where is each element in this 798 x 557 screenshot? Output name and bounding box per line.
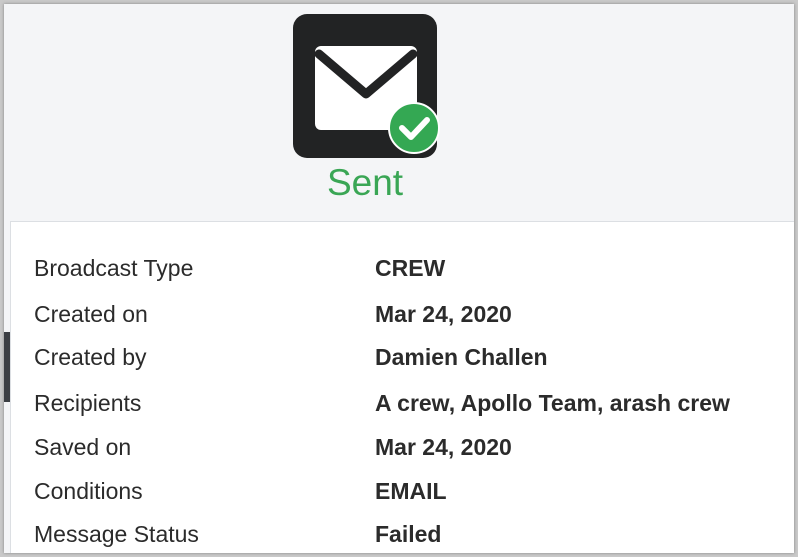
detail-value: A crew, Apollo Team, arash crew bbox=[375, 390, 730, 416]
detail-row-created-on: Created on Mar 24, 2020 bbox=[11, 292, 794, 336]
detail-row-recipients: Recipients A crew, Apollo Team, arash cr… bbox=[11, 381, 794, 425]
detail-row-message-status: Message Status Failed bbox=[11, 512, 794, 553]
detail-label: Saved on bbox=[34, 434, 132, 460]
detail-value: EMAIL bbox=[375, 478, 447, 504]
detail-label: Created by bbox=[34, 344, 147, 370]
detail-label: Broadcast Type bbox=[34, 255, 194, 281]
detail-label: Recipients bbox=[34, 390, 142, 416]
status-header: Sent bbox=[4, 4, 794, 220]
detail-value: Mar 24, 2020 bbox=[375, 301, 512, 327]
details-panel: Broadcast Type CREW Created on Mar 24, 2… bbox=[10, 221, 794, 553]
detail-value: Failed bbox=[375, 521, 442, 547]
detail-label: Conditions bbox=[34, 478, 143, 504]
detail-value: Damien Challen bbox=[375, 344, 548, 370]
broadcast-detail-window: Sent Broadcast Type CREW Created on Mar … bbox=[4, 4, 794, 553]
detail-row-saved-on: Saved on Mar 24, 2020 bbox=[11, 425, 794, 469]
detail-row-created-by: Created by Damien Challen bbox=[11, 335, 794, 379]
check-circle-icon bbox=[387, 101, 441, 155]
detail-row-broadcast-type: Broadcast Type CREW bbox=[11, 246, 794, 290]
detail-value: CREW bbox=[375, 255, 446, 281]
status-label: Sent bbox=[326, 162, 404, 203]
detail-row-conditions: Conditions EMAIL bbox=[11, 469, 794, 513]
detail-label: Created on bbox=[34, 301, 148, 327]
detail-value: Mar 24, 2020 bbox=[375, 434, 512, 460]
detail-label: Message Status bbox=[34, 521, 199, 547]
